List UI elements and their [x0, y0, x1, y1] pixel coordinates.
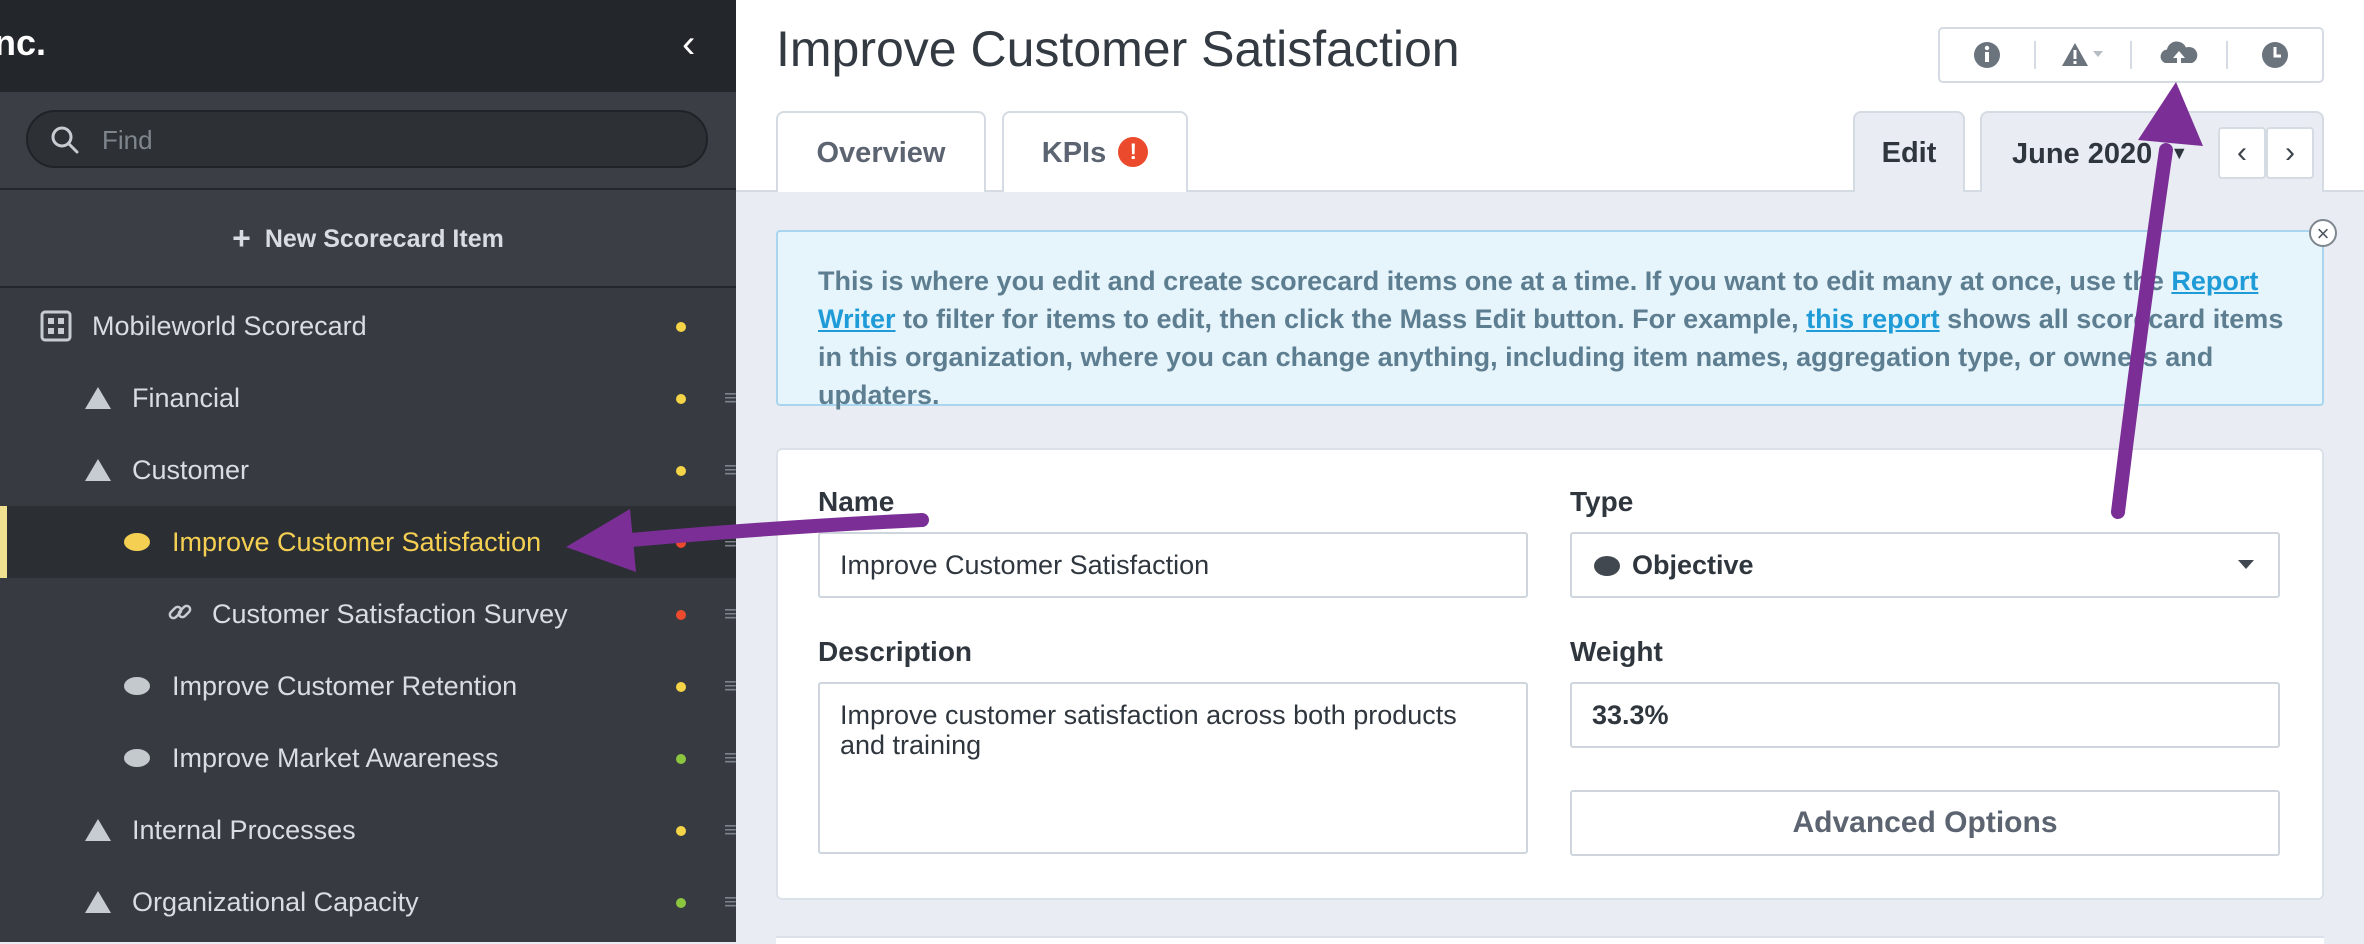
- sidebar-item-organizational-capacity[interactable]: Organizational Capacity ≡: [0, 866, 737, 938]
- sidebar-item-label: Internal Processes: [132, 815, 356, 845]
- next-period-button[interactable]: ›: [2266, 127, 2314, 179]
- tab-label: Edit: [1881, 137, 1937, 169]
- drag-handle-icon[interactable]: ≡: [724, 362, 737, 434]
- drag-handle-icon[interactable]: ≡: [724, 794, 737, 866]
- info-banner: This is where you edit and create scorec…: [776, 230, 2324, 410]
- sidebar-item-improve-customer-retention[interactable]: Improve Customer Retention ≡: [0, 650, 737, 722]
- objective-icon: [124, 506, 150, 551]
- chevron-down-icon: [2238, 560, 2254, 569]
- sidebar-item-customer[interactable]: Customer ≡: [0, 434, 737, 506]
- status-dot: [676, 610, 686, 620]
- active-indicator: [0, 506, 7, 578]
- objective-icon: [124, 722, 150, 767]
- sidebar-item-financial[interactable]: Financial ≡: [0, 362, 737, 434]
- sidebar-item-internal-processes[interactable]: Internal Processes ≡: [0, 794, 737, 866]
- status-dot: [676, 682, 686, 692]
- info-icon[interactable]: [1940, 29, 2034, 81]
- description-field[interactable]: Improve customer satisfaction across bot…: [818, 682, 1528, 854]
- cloud-upload-icon[interactable]: [2132, 29, 2226, 81]
- sidebar-item-improve-customer-satisfaction[interactable]: Improve Customer Satisfaction ≡: [0, 506, 737, 578]
- plus-icon: +: [232, 220, 251, 256]
- sidebar-item-customer-satisfaction-survey[interactable]: Customer Satisfaction Survey ≡: [0, 578, 737, 650]
- drag-handle-icon[interactable]: ≡: [724, 506, 737, 578]
- sidebar-item-label: Customer Satisfaction Survey: [212, 599, 568, 629]
- search-box[interactable]: [26, 110, 708, 168]
- search-input[interactable]: [100, 120, 684, 160]
- drag-handle-icon[interactable]: ≡: [724, 578, 737, 650]
- status-dot: [676, 538, 686, 548]
- clock-icon[interactable]: [2228, 29, 2322, 81]
- tab-edit[interactable]: Edit: [1853, 111, 1965, 192]
- close-icon[interactable]: ×: [2309, 219, 2337, 247]
- weight-label: Weight: [1570, 636, 1663, 667]
- sidebar-item-mobileworld-scorecard[interactable]: Mobileworld Scorecard: [0, 290, 736, 362]
- name-field[interactable]: [818, 532, 1528, 598]
- sidebar-item-improve-market-awareness[interactable]: Improve Market Awareness ≡: [0, 722, 737, 794]
- chevron-down-icon: ▼: [2170, 143, 2189, 163]
- triangle-icon: [85, 866, 111, 913]
- page-title: Improve Customer Satisfaction: [776, 21, 1460, 77]
- new-scorecard-item-button[interactable]: + New Scorecard Item: [0, 190, 736, 288]
- sidebar-search-area: [0, 92, 736, 190]
- collapse-sidebar-icon[interactable]: ‹: [682, 24, 695, 64]
- link-icon: [166, 598, 194, 626]
- description-label: Description: [818, 636, 973, 667]
- drag-handle-icon[interactable]: ≡: [724, 866, 737, 938]
- sidebar-item-label: Improve Customer Retention: [172, 671, 518, 701]
- tab-overview[interactable]: Overview: [776, 111, 986, 192]
- sidebar: nc. ‹ + New Scorecard Item Mobileworld Sc…: [0, 0, 737, 942]
- advanced-options-button[interactable]: Advanced Options: [1570, 790, 2280, 856]
- org-title: nc.: [0, 22, 47, 63]
- info-text: to filter for items to edit, then click …: [895, 304, 1807, 334]
- sidebar-item-label: Improve Market Awareness: [172, 743, 499, 773]
- type-label: Type: [1570, 486, 1634, 517]
- sidebar-item-label: Customer: [132, 455, 250, 485]
- scorecard-icon: [40, 310, 72, 342]
- drag-handle-icon[interactable]: ≡: [724, 722, 737, 794]
- status-dot: [676, 322, 686, 332]
- objective-icon: [124, 650, 150, 695]
- status-dot: [676, 898, 686, 908]
- this-report-link[interactable]: this report: [1806, 304, 1940, 334]
- sidebar-item-label: Mobileworld Scorecard: [92, 311, 367, 341]
- tab-label: Overview: [816, 137, 946, 169]
- type-value: Objective: [1632, 550, 1754, 580]
- sidebar-item-label: Financial: [132, 383, 241, 413]
- next-card-edge: [776, 936, 2324, 944]
- objective-icon: [1594, 556, 1620, 576]
- warning-icon[interactable]: [2036, 29, 2130, 81]
- drag-handle-icon[interactable]: ≡: [724, 434, 737, 506]
- sidebar-item-label: Improve Customer Satisfaction: [172, 527, 542, 557]
- new-scorecard-item-label: New Scorecard Item: [264, 225, 504, 253]
- status-dot: [676, 754, 686, 764]
- triangle-icon: [85, 794, 111, 841]
- triangle-icon: [85, 362, 111, 409]
- sidebar-item-label: Organizational Capacity: [132, 887, 419, 917]
- alert-icon: !: [1118, 137, 1149, 167]
- sidebar-header: nc. ‹: [0, 0, 736, 92]
- info-text: This is where you edit and create scorec…: [818, 266, 2172, 296]
- name-label: Name: [818, 486, 895, 517]
- previous-period-button[interactable]: ‹: [2218, 127, 2266, 179]
- tab-label: KPIs: [1041, 137, 1107, 169]
- header-icon-bar: [1938, 27, 2324, 83]
- period-label: June 2020: [2012, 138, 2153, 170]
- drag-handle-icon[interactable]: ≡: [724, 650, 737, 722]
- tab-kpis[interactable]: KPIs!: [1002, 111, 1188, 192]
- search-icon: [51, 126, 79, 154]
- triangle-icon: [85, 434, 111, 481]
- status-dot: [676, 394, 686, 404]
- status-dot: [676, 826, 686, 836]
- type-select[interactable]: Objective: [1570, 532, 2280, 598]
- weight-field[interactable]: [1570, 682, 2280, 748]
- status-dot: [676, 466, 686, 476]
